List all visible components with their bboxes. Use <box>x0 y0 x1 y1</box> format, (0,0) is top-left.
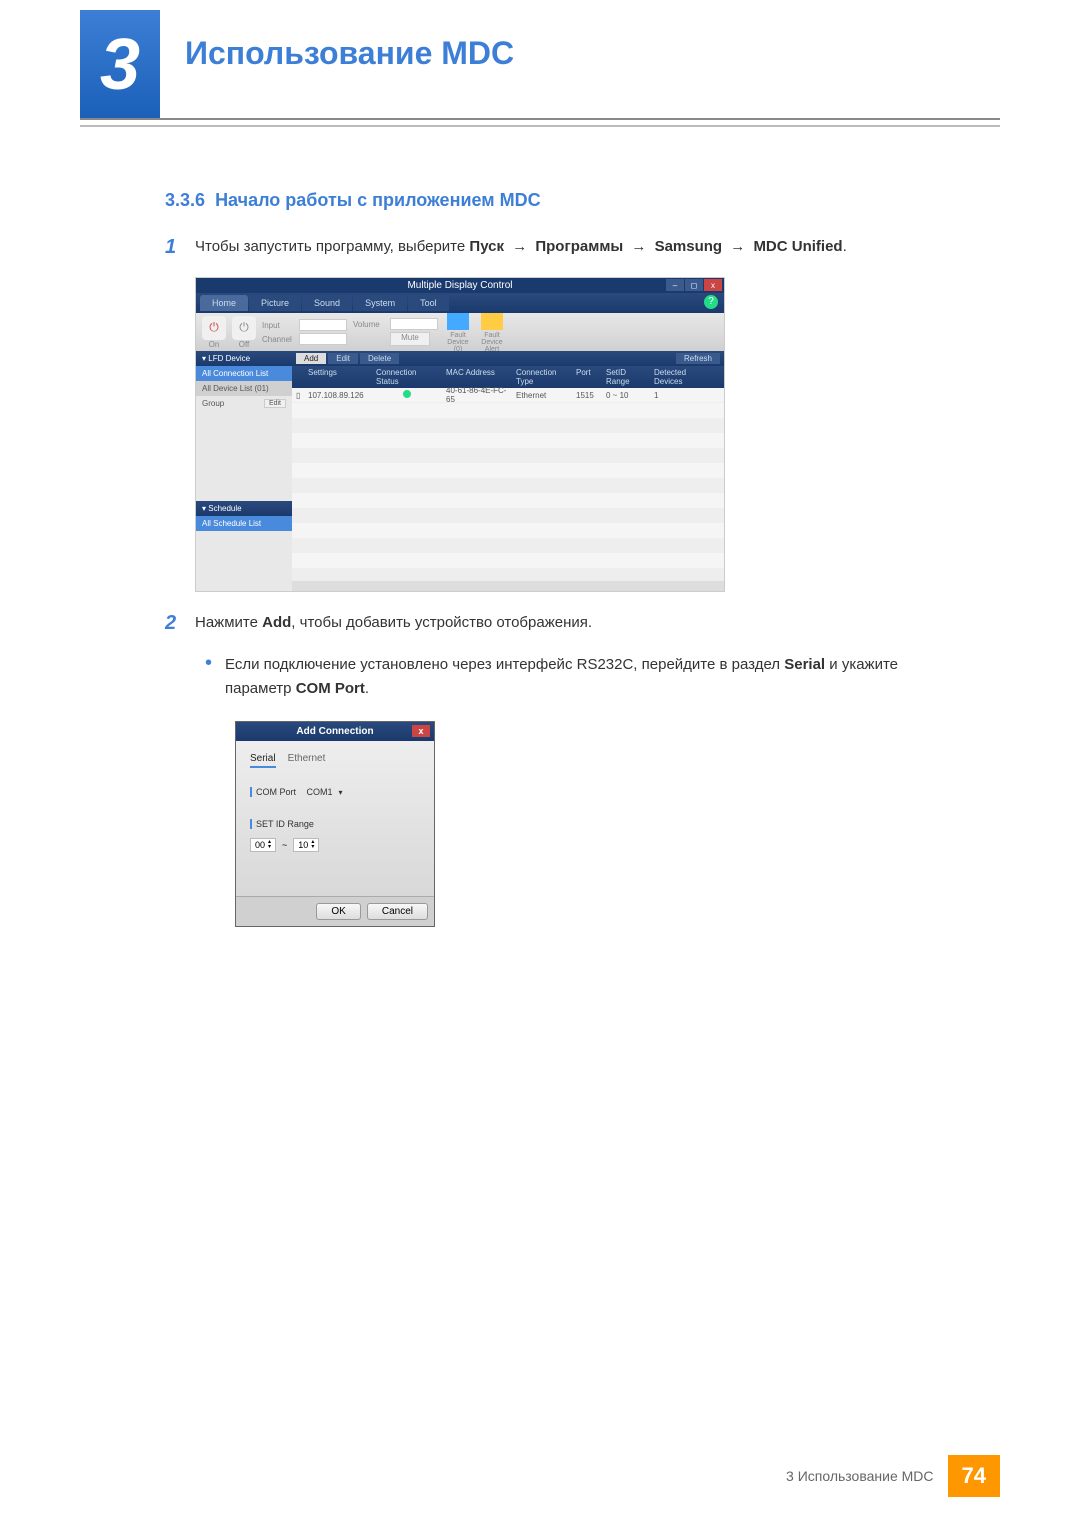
tab-home[interactable]: Home <box>200 295 248 311</box>
power-on-button[interactable]: ⏻ <box>202 316 226 340</box>
com-port-label: COM Port <box>250 787 296 797</box>
tab-picture[interactable]: Picture <box>249 295 301 311</box>
device-area: Add Edit Delete Refresh Settings Connect… <box>292 351 724 591</box>
sidebar: ▾ LFD Device All Connection List All Dev… <box>196 351 292 591</box>
bullet-icon: • <box>205 653 225 701</box>
chevron-down-icon[interactable]: ▾ <box>268 845 271 850</box>
step-number: 1 <box>165 236 195 259</box>
sidebar-item-group[interactable]: Group Edit <box>196 396 292 411</box>
volume-input[interactable] <box>390 318 438 330</box>
chevron-down-icon: ▾ <box>338 788 342 797</box>
refresh-button[interactable]: Refresh <box>676 353 720 364</box>
mdc-window: Multiple Display Control – ◻ x Home Pict… <box>195 277 725 592</box>
menu-bar: Home Picture Sound System Tool ? <box>196 293 724 313</box>
checkbox-icon[interactable]: ▯ <box>296 391 300 400</box>
edit-button[interactable]: Edit <box>328 353 358 364</box>
step-text: Чтобы запустить программу, выберите Пуск… <box>195 236 847 259</box>
tab-ethernet[interactable]: Ethernet <box>288 753 326 768</box>
range-from-stepper[interactable]: 00▴▾ <box>250 838 276 852</box>
input-select[interactable] <box>299 319 347 331</box>
sidebar-item-all-device[interactable]: All Device List (01) <box>196 381 292 396</box>
toolbar: ⏻ On ⏻ Off Input Channel Volume Mute Fau… <box>196 313 724 351</box>
ok-button[interactable]: OK <box>316 903 360 920</box>
tab-tool[interactable]: Tool <box>408 295 449 311</box>
tab-sound[interactable]: Sound <box>302 295 352 311</box>
step-number: 2 <box>165 612 195 635</box>
tab-serial[interactable]: Serial <box>250 753 276 768</box>
page-footer: 3 Использование MDC 74 <box>786 1455 1000 1497</box>
window-title-bar: Multiple Display Control – ◻ x <box>196 278 724 293</box>
setid-range-label: SET ID Range <box>250 819 314 829</box>
table-empty-rows <box>292 403 724 581</box>
sidebar-item-all-connection[interactable]: All Connection List <box>196 366 292 381</box>
step-1: 1 Чтобы запустить программу, выберите Пу… <box>165 236 960 259</box>
divider <box>80 118 1000 120</box>
sidebar-item-all-schedule[interactable]: All Schedule List <box>196 516 292 531</box>
maximize-icon[interactable]: ◻ <box>685 279 703 291</box>
chapter-tab: 3 <box>80 10 160 120</box>
table-row[interactable]: ▯ 107.108.89.126 40-61-86-4E-FC-65 Ether… <box>292 388 724 403</box>
chapter-title: Использование MDC <box>185 35 514 72</box>
chevron-down-icon[interactable]: ▾ <box>311 845 314 850</box>
help-icon[interactable]: ? <box>704 295 718 309</box>
range-to-stepper[interactable]: 10▴▾ <box>293 838 319 852</box>
cancel-button[interactable]: Cancel <box>367 903 428 920</box>
list-item: • Если подключение установлено через инт… <box>205 653 960 701</box>
sidebar-section-schedule[interactable]: ▾ Schedule <box>196 501 292 516</box>
scrollbar[interactable] <box>292 581 724 591</box>
fault-device-icon[interactable]: Fault Device (0) <box>444 312 472 353</box>
tab-system[interactable]: System <box>353 295 407 311</box>
channel-stepper[interactable] <box>299 333 347 345</box>
delete-button[interactable]: Delete <box>360 353 399 364</box>
underline <box>80 125 1000 127</box>
chapter-number: 3 <box>100 24 140 106</box>
group-edit-button[interactable]: Edit <box>264 399 286 408</box>
section-heading: 3.3.6 Начало работы с приложением MDC <box>165 190 960 211</box>
dialog-title-bar: Add Connection x <box>236 722 434 741</box>
fault-alert-icon[interactable]: Fault Device Alert <box>478 312 506 353</box>
sidebar-section-lfd[interactable]: ▾ LFD Device <box>196 351 292 366</box>
status-dot-icon <box>403 390 411 398</box>
add-button[interactable]: Add <box>296 353 326 364</box>
step-2: 2 Нажмите Add, чтобы добавить устройство… <box>165 612 960 635</box>
footer-text: 3 Использование MDC <box>786 1468 934 1484</box>
power-off-button[interactable]: ⏻ <box>232 316 256 340</box>
page-number: 74 <box>948 1455 1000 1497</box>
close-icon[interactable]: x <box>704 279 722 291</box>
close-icon[interactable]: x <box>412 725 430 737</box>
minimize-icon[interactable]: – <box>666 279 684 291</box>
com-port-select[interactable]: COM1▾ <box>306 787 342 797</box>
add-connection-dialog: Add Connection x Serial Ethernet COM Por… <box>235 721 435 927</box>
mute-button[interactable]: Mute <box>390 332 430 346</box>
step-text: Нажмите Add, чтобы добавить устройство о… <box>195 612 592 635</box>
